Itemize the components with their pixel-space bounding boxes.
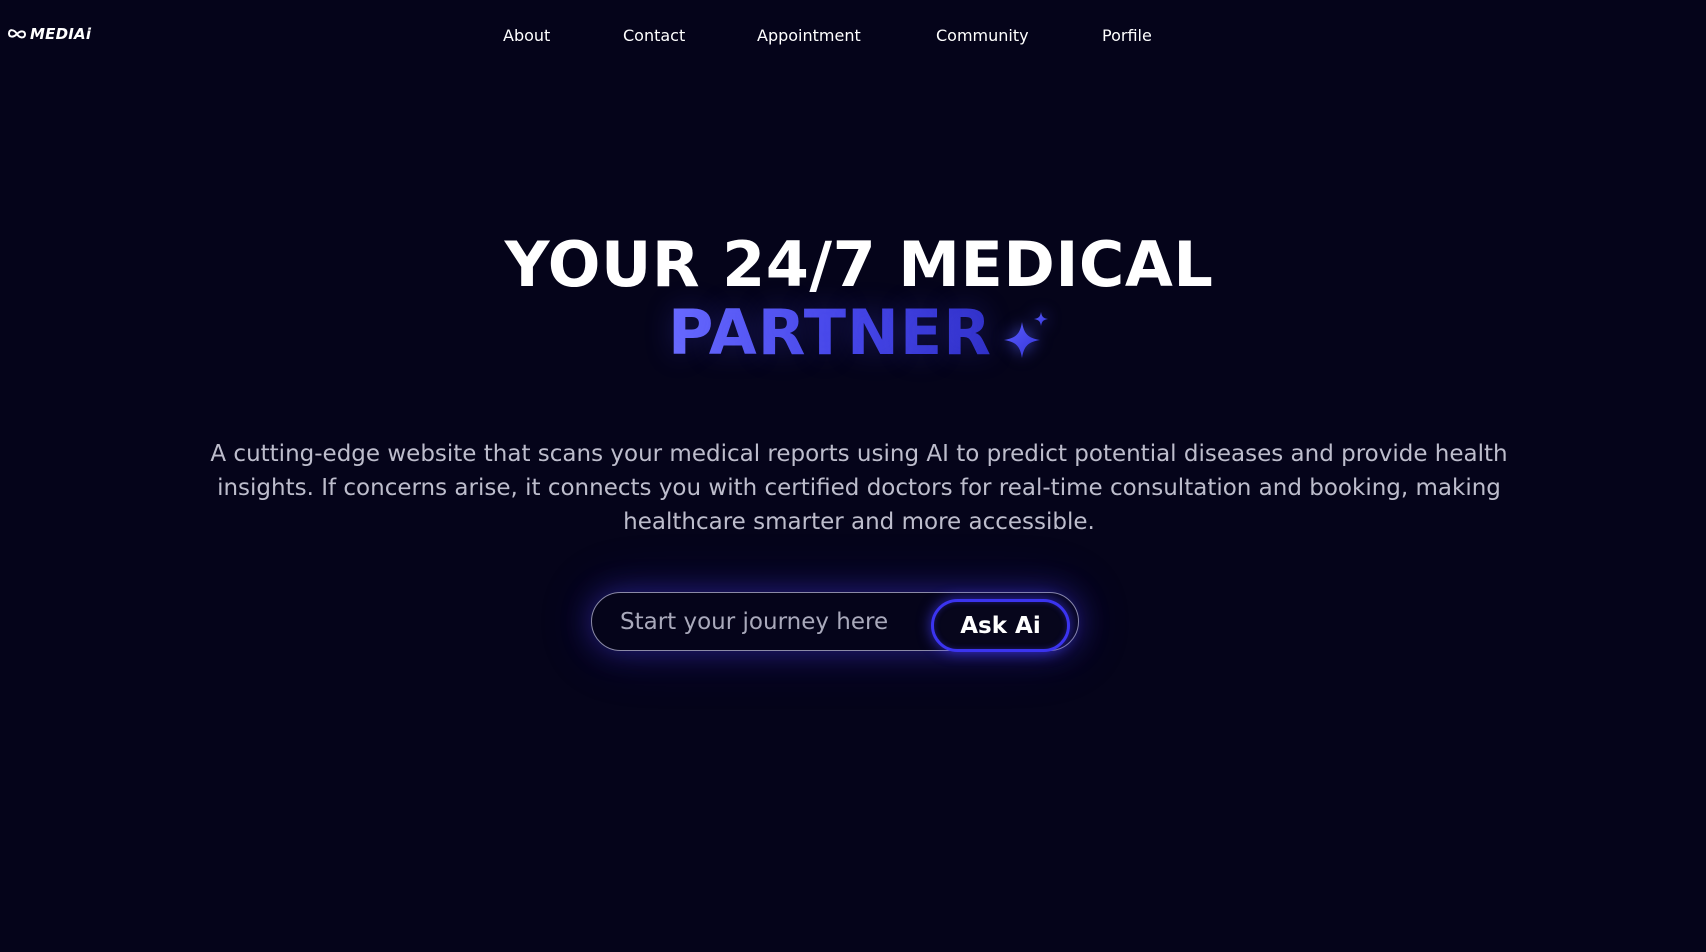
page: MEDIAi About Contact Appointment Communi…	[0, 0, 1706, 952]
hero-accent-line: PARTNER	[0, 293, 1706, 373]
hero-accent-text: PARTNER	[668, 293, 992, 373]
nav-item-appointment[interactable]: Appointment	[757, 26, 861, 45]
ask-box: Ask Ai	[591, 592, 1079, 652]
ask-ai-button[interactable]: Ask Ai	[931, 599, 1070, 652]
nav-item-contact[interactable]: Contact	[623, 26, 685, 45]
hero-description: A cutting-edge website that scans your m…	[210, 441, 1508, 535]
sparkle-icon	[1002, 310, 1050, 362]
nav-item-community[interactable]: Community	[936, 26, 1029, 45]
nav-item-about[interactable]: About	[503, 26, 550, 45]
nav-item-profile[interactable]: Porfile	[1102, 26, 1152, 45]
journey-input[interactable]	[620, 604, 920, 640]
main-nav: About Contact Appointment Community Porf…	[0, 26, 1706, 48]
